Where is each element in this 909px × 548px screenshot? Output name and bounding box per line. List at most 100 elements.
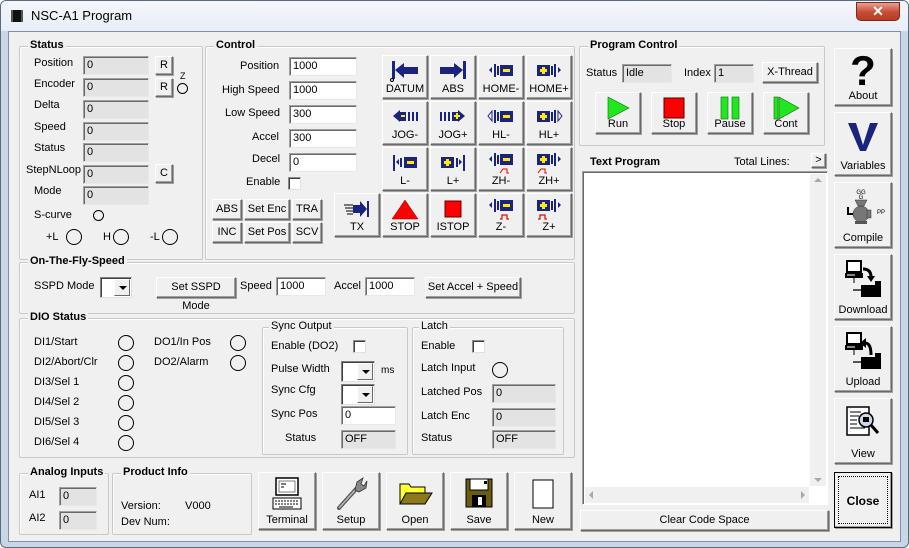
window-close-button[interactable]: ✕ (856, 2, 900, 21)
home-plus-button[interactable]: HOME+ (526, 55, 572, 99)
istop-label: ISTOP (436, 221, 470, 233)
xthread-button[interactable]: X-Thread (762, 62, 818, 83)
status-delta-label: Delta (34, 99, 60, 111)
variables-button[interactable]: Variables (834, 112, 892, 176)
scroll-left-icon[interactable] (589, 491, 593, 499)
z-minus-button[interactable]: Z- (478, 193, 524, 237)
hl-minus-button[interactable]: HL- (478, 101, 524, 145)
chevron-down-icon[interactable] (357, 386, 373, 403)
set-accel-speed-button[interactable]: Set Accel + Speed (425, 277, 521, 298)
tra-button[interactable]: TRA (292, 199, 322, 220)
limit-plus-button[interactable]: L+ (430, 147, 476, 191)
limit-plus-icon (441, 155, 465, 171)
scroll-right-icon[interactable] (801, 491, 805, 499)
z-plus-icon (537, 199, 561, 220)
zh-minus-button[interactable]: ZH- (478, 147, 524, 191)
hl-plus-button[interactable]: HL+ (526, 101, 572, 145)
control-high-speed-input[interactable]: 1000 (289, 81, 357, 100)
chevron-down-icon[interactable] (114, 279, 130, 296)
stop-icon (663, 97, 685, 119)
latch-enable-checkbox[interactable] (472, 340, 485, 353)
open-button[interactable]: Open (386, 472, 444, 530)
program-stop-button[interactable]: Stop (651, 92, 697, 134)
di1-label: DI1/Start (34, 336, 78, 348)
close-button[interactable]: Close (834, 472, 892, 528)
wrench-icon (337, 477, 368, 510)
abs-mode-button[interactable]: ABS (212, 199, 242, 220)
pulse-width-select[interactable] (341, 361, 375, 382)
jog-plus-button[interactable]: JOG+ (430, 101, 476, 145)
latch-enc-label: Latch Enc (421, 410, 470, 422)
program-status-value: Idle (622, 64, 672, 83)
stop-button[interactable]: STOP (382, 193, 428, 237)
zh-plus-button[interactable]: ZH+ (526, 147, 572, 191)
inc-mode-button[interactable]: INC (212, 222, 242, 243)
jog-minus-button[interactable]: JOG- (382, 101, 428, 145)
download-button[interactable]: Download (834, 254, 892, 320)
setup-button[interactable]: Setup (322, 472, 380, 530)
sync-pos-input[interactable]: 0 (341, 406, 396, 425)
new-button[interactable]: New (514, 472, 572, 530)
continue-button[interactable]: Cont (763, 92, 809, 134)
clear-code-space-button[interactable]: Clear Code Space (580, 510, 829, 531)
upload-label: Upload (845, 376, 881, 388)
save-button[interactable]: Save (450, 472, 508, 530)
compile-button[interactable]: GG G PP Compile (834, 182, 892, 248)
upload-button[interactable]: Upload (834, 326, 892, 392)
about-button[interactable]: ? About (834, 48, 892, 106)
control-low-speed-input[interactable]: 300 (289, 105, 357, 124)
sspd-mode-select[interactable] (100, 277, 132, 298)
continue-label: Cont (774, 118, 798, 130)
set-pos-button[interactable]: Set Pos (244, 222, 290, 243)
tx-button[interactable]: TX (334, 193, 380, 237)
status-status-label: Status (34, 142, 66, 154)
control-decel-label: Decel (252, 153, 281, 165)
reset-encoder-button[interactable]: R (155, 78, 173, 97)
abs-move-label: ABS (441, 83, 464, 95)
otf-speed-input[interactable]: 1000 (276, 277, 326, 296)
chevron-down-icon[interactable] (357, 363, 373, 380)
set-enc-button[interactable]: Set Enc (244, 199, 290, 220)
expand-program-button[interactable]: > (811, 153, 826, 168)
control-low-speed-label: Low Speed (225, 107, 281, 119)
abs-move-button[interactable]: ABS (430, 55, 476, 99)
text-program-editor[interactable] (582, 171, 828, 505)
istop-button[interactable]: ISTOP (430, 193, 476, 237)
terminal-button[interactable]: Terminal (258, 472, 316, 530)
sync-output-group: Sync Output Enable (DO2) Pulse Width ms … (262, 320, 408, 455)
editor-vertical-scrollbar[interactable] (810, 174, 826, 486)
z-indicator (177, 83, 188, 94)
editor-horizontal-scrollbar[interactable] (585, 487, 809, 503)
sync-pos-label: Sync Pos (271, 408, 318, 420)
program-status-label: Status (586, 67, 618, 79)
pause-button[interactable]: Pause (707, 92, 753, 134)
control-position-input[interactable]: 1000 (289, 57, 357, 76)
z-plus-button[interactable]: Z+ (526, 193, 572, 237)
datum-button[interactable]: DATUM (382, 55, 428, 99)
latch-group: Latch Enable Latch Input Latched Pos 0 L… (412, 320, 564, 455)
status-speed-value: 0 (83, 122, 149, 141)
home-minus-button[interactable]: HOME- (478, 55, 524, 99)
latch-input-indicator (492, 362, 508, 378)
set-sspd-mode-button[interactable]: Set SSPD Mode (156, 277, 236, 312)
status-delta-value: 0 (83, 100, 149, 119)
otf-accel-input[interactable]: 1000 (365, 277, 415, 296)
question-icon: ? (850, 51, 876, 89)
run-button[interactable]: Run (595, 92, 641, 134)
view-button[interactable]: View (834, 398, 892, 464)
limit-minus-button[interactable]: L- (382, 147, 428, 191)
scroll-up-icon[interactable] (814, 178, 822, 182)
sync-enable-checkbox[interactable] (353, 340, 366, 353)
terminal-label: Terminal (266, 514, 308, 526)
terminal-icon (272, 477, 302, 510)
control-accel-input[interactable]: 300 (289, 129, 357, 148)
sync-cfg-select[interactable] (341, 384, 375, 405)
reset-position-button[interactable]: R (155, 56, 173, 75)
scv-button[interactable]: SCV (292, 222, 322, 243)
scroll-down-icon[interactable] (814, 478, 822, 482)
control-enable-checkbox[interactable] (288, 177, 301, 190)
clear-stepnloop-button[interactable]: C (155, 164, 173, 183)
limit-plus-label: L+ (446, 175, 460, 187)
control-decel-input[interactable]: 0 (289, 153, 357, 172)
new-document-icon (532, 479, 554, 509)
